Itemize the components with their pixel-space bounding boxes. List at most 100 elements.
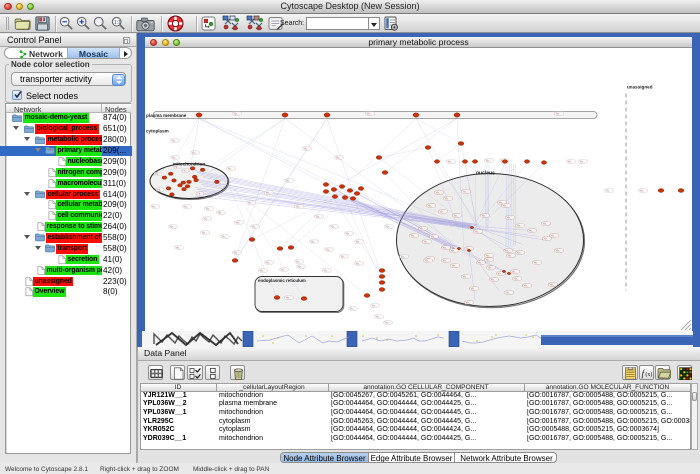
svg-text:Yb..: Yb.. [606,188,611,192]
svg-text:Yb..: Yb.. [486,257,491,261]
svg-text:Yb..: Yb.. [517,223,522,227]
svg-text:Yb..: Yb.. [296,259,301,263]
svg-text:Yb..: Yb.. [311,239,316,243]
svg-text:Yb..: Yb.. [304,146,309,150]
svg-text:(x): (x) [645,371,652,378]
svg-text:Yb..: Yb.. [218,210,223,214]
svg-text:Yb..: Yb.. [478,260,483,264]
svg-text:Yb..: Yb.. [463,189,468,193]
svg-text:Yb..: Yb.. [234,250,239,254]
svg-text:Yb..: Yb.. [157,187,162,191]
svg-text:Yb..: Yb.. [401,254,406,258]
svg-text:Yb..: Yb.. [197,191,202,195]
svg-text:Yb..: Yb.. [152,204,157,208]
svg-text:Yb..: Yb.. [498,271,503,275]
svg-text:Yb..: Yb.. [503,203,508,207]
svg-text:Yb..: Yb.. [236,220,241,224]
svg-text:Yb..: Yb.. [386,224,391,228]
svg-text:Yb..: Yb.. [281,267,286,271]
svg-text:Yb..: Yb.. [324,268,329,272]
svg-text:Yb..: Yb.. [580,159,585,163]
svg-text:Yb..: Yb.. [514,276,519,280]
svg-text:Yb..: Yb.. [356,261,361,265]
svg-text:Yb..: Yb.. [376,314,381,318]
svg-text:Yb..: Yb.. [556,248,561,252]
svg-text:Yb..: Yb.. [466,300,471,304]
svg-text:unassigned: unassigned [627,84,653,89]
svg-text:Yb..: Yb.. [385,320,390,324]
svg-text:Yb..: Yb.. [445,196,450,200]
svg-text:Yb..: Yb.. [286,178,291,182]
svg-text:Yb..: Yb.. [475,229,480,233]
svg-text:Yb..: Yb.. [206,206,211,210]
svg-text:Yb..: Yb.. [222,234,227,238]
svg-text:Yb..: Yb.. [568,159,573,163]
svg-text:nucleus: nucleus [476,170,495,176]
svg-text:Yb..: Yb.. [331,224,336,228]
svg-text:Yb..: Yb.. [431,234,436,238]
svg-text:Yb..: Yb.. [350,306,355,310]
svg-text:Yb..: Yb.. [341,254,346,258]
svg-text:Yb..: Yb.. [296,204,301,208]
svg-text:Yb..: Yb.. [544,236,549,240]
svg-text:Yb..: Yb.. [316,214,321,218]
svg-text:Yb..: Yb.. [234,111,239,115]
svg-text:Yb..: Yb.. [228,166,233,170]
svg-text:Yb..: Yb.. [411,233,416,237]
svg-text:Yb..: Yb.. [266,190,271,194]
svg-text:Yb..: Yb.. [252,224,257,228]
svg-text:Yb..: Yb.. [420,226,425,230]
svg-text:cytoplasm: cytoplasm [146,128,169,133]
svg-text:Yb..: Yb.. [505,248,510,252]
svg-text:Yb..: Yb.. [428,203,433,207]
svg-text:Yb..: Yb.. [454,213,459,217]
svg-text:Yb..: Yb.. [356,239,361,243]
svg-text:Yb..: Yb.. [436,190,441,194]
svg-text:Yb..: Yb.. [260,268,265,272]
svg-text:Yb..: Yb.. [440,209,445,213]
svg-text:Yb..: Yb.. [451,248,456,252]
svg-text:Yb..: Yb.. [517,250,522,254]
svg-text:Yb..: Yb.. [486,158,491,162]
svg-text:Yb..: Yb.. [486,253,491,257]
svg-text:Yb..: Yb.. [204,216,209,220]
svg-text:Yb..: Yb.. [556,111,561,115]
svg-text:Yb..: Yb.. [372,303,377,307]
svg-text:Yb..: Yb.. [482,213,487,217]
svg-text:Yb..: Yb.. [550,282,555,286]
svg-text:Yb..: Yb.. [192,150,197,154]
svg-text:Yb..: Yb.. [172,138,177,142]
svg-text:Yb..: Yb.. [367,111,372,115]
svg-text:Yb..: Yb.. [488,265,493,269]
svg-text:Yb..: Yb.. [448,159,453,163]
svg-text:Yb..: Yb.. [508,253,513,257]
svg-text:Yb..: Yb.. [424,239,429,243]
svg-text:Yb..: Yb.. [155,172,160,176]
svg-text:Yb..: Yb.. [443,245,448,249]
svg-text:Yb..: Yb.. [640,188,645,192]
svg-text:Yb..: Yb.. [452,263,457,267]
svg-text:Yb..: Yb.. [524,283,529,287]
svg-text:Yb..: Yb.. [534,260,539,264]
svg-text:Yb..: Yb.. [326,247,331,251]
svg-text:Yb..: Yb.. [425,258,430,262]
svg-text:Yb..: Yb.. [172,155,177,159]
svg-text:Yb..: Yb.. [266,260,271,264]
svg-text:Yb..: Yb.. [182,168,187,172]
svg-text:Yb..: Yb.. [529,228,534,232]
svg-text:Yb..: Yb.. [346,231,351,235]
svg-text:Yb..: Yb.. [551,233,556,237]
svg-text:Yb..: Yb.. [491,277,496,281]
svg-text:Yb..: Yb.. [507,215,512,219]
svg-text:Yb..: Yb.. [174,165,179,169]
svg-text:Yb..: Yb.. [471,286,476,290]
svg-text:Yb..: Yb.. [248,200,253,204]
svg-text:plasma membrane: plasma membrane [146,113,187,118]
svg-text:Yb..: Yb.. [443,258,448,262]
svg-text:Yb..: Yb.. [298,264,303,268]
svg-text:Yb..: Yb.. [170,224,175,228]
svg-text:Yb..: Yb.. [512,269,517,273]
svg-text:Yb..: Yb.. [286,295,291,299]
svg-text:Yb..: Yb.. [463,274,468,278]
svg-text:Yb..: Yb.. [506,290,511,294]
